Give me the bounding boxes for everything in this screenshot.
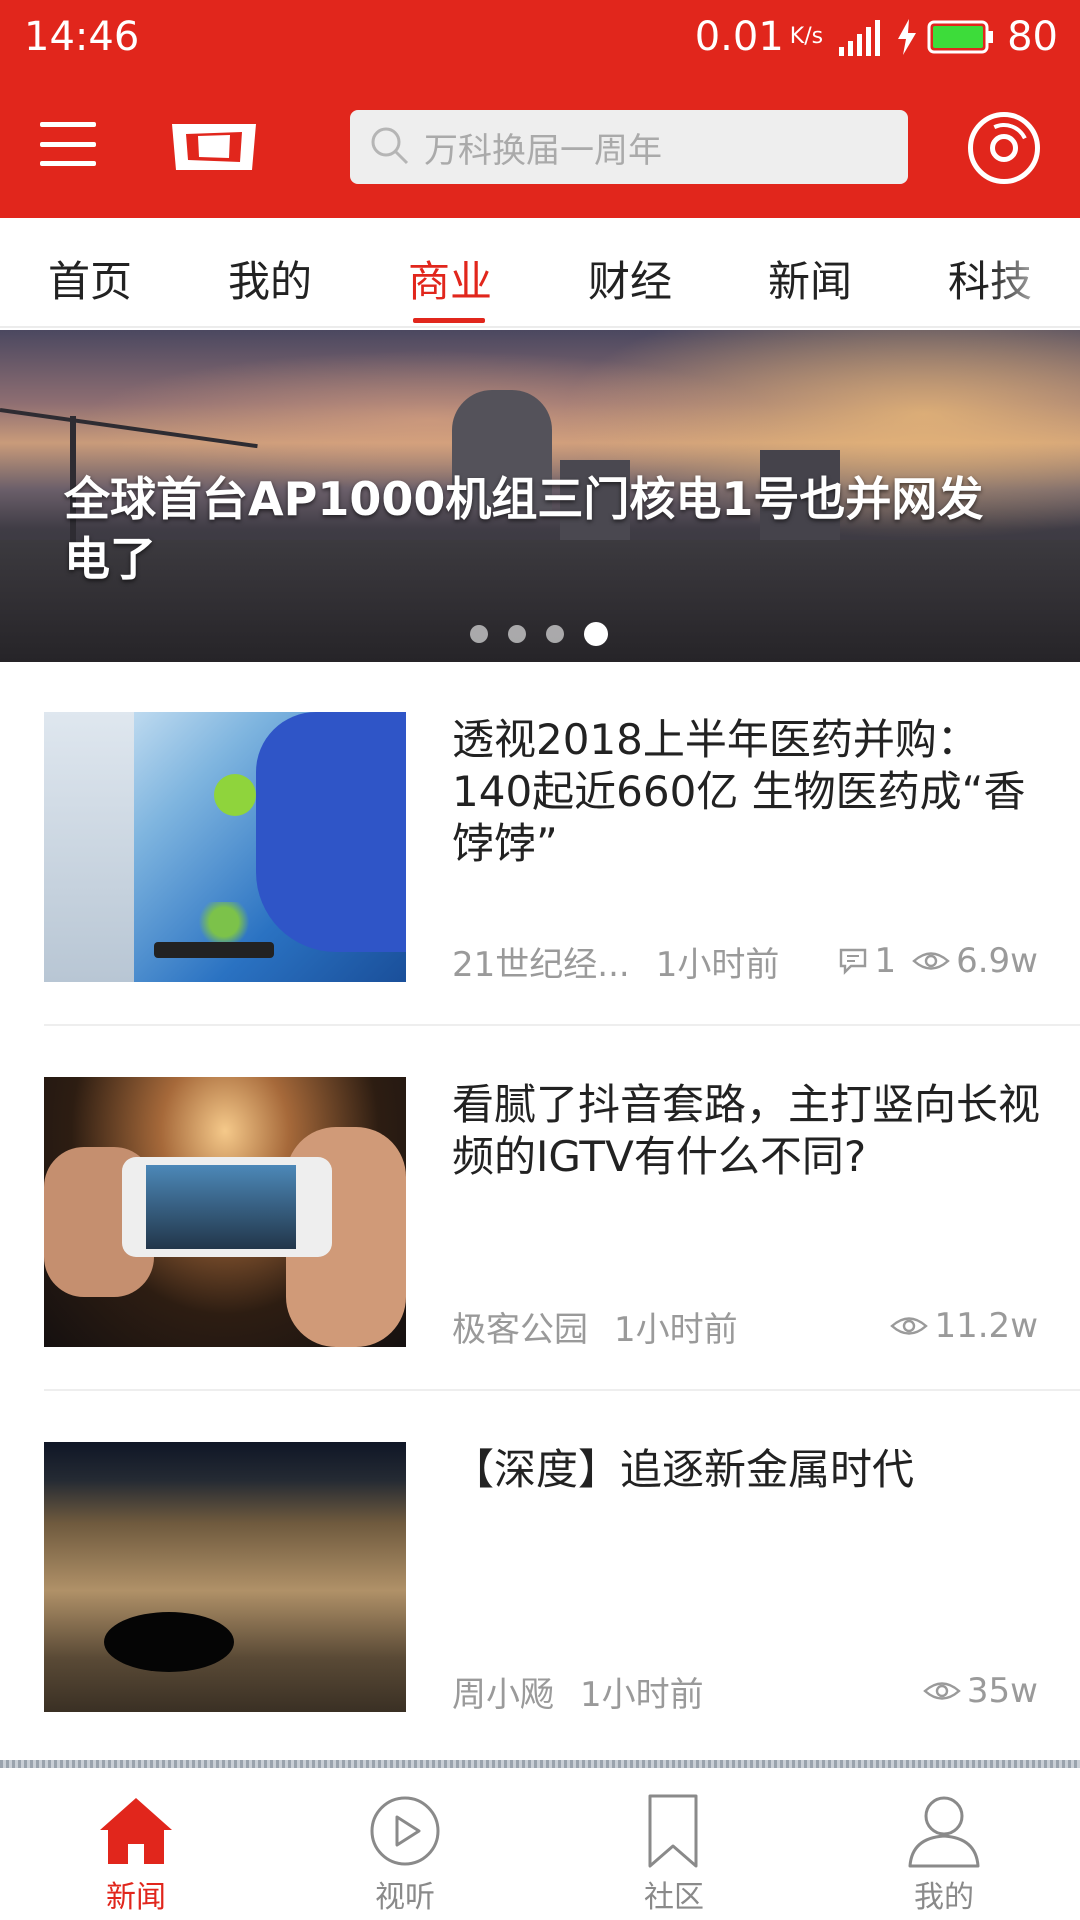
tab-home[interactable]: 首页	[48, 248, 132, 309]
news-title: 透视2018上半年医药并购：140起近660亿 生物医药成“香饽饽”	[452, 715, 1026, 869]
signal-icon	[837, 17, 885, 57]
hamburger-icon-line	[40, 161, 96, 166]
tab-finance[interactable]: 财经	[588, 248, 672, 309]
eye-icon	[912, 948, 950, 974]
news-time: 1小时前	[580, 1674, 704, 1715]
bottom-nav-profile[interactable]: 我的	[864, 1794, 1024, 1915]
view-count: 11.2w	[934, 1306, 1038, 1346]
tab-news[interactable]: 新闻	[768, 248, 852, 309]
bottom-nav-label: 我的	[914, 1880, 974, 1915]
bottom-nav-community[interactable]: 社区	[594, 1794, 754, 1915]
charging-icon	[895, 17, 919, 57]
divider	[44, 1389, 1080, 1391]
bottom-nav-label: 社区	[644, 1880, 704, 1915]
banner-carousel[interactable]: 全球首台AP1000机组三门核电1号也并网发电了	[0, 330, 1080, 662]
news-item[interactable]: 看腻了抖音套路，主打竖向长视频的IGTV有什么不同? 极客公园 1小时前 11.…	[0, 1027, 1080, 1391]
hamburger-icon-line	[40, 122, 96, 127]
carousel-dot[interactable]	[546, 625, 564, 643]
news-meta: 21世纪经... 1小时前 1 6.9w	[452, 938, 1038, 985]
app-logo[interactable]	[166, 118, 262, 176]
news-time: 1小时前	[614, 1309, 738, 1350]
user-icon	[864, 1794, 1024, 1868]
eye-icon	[890, 1313, 929, 1339]
news-item[interactable]: 【深度】追逐新金属时代 周小飏 1小时前 35w	[0, 1392, 1080, 1756]
bottom-nav-news[interactable]: 新闻	[56, 1794, 216, 1915]
battery-level: 80	[1007, 14, 1058, 60]
status-time: 14:46	[24, 14, 140, 60]
network-speed: 0.01	[694, 14, 784, 60]
news-title: 看腻了抖音套路，主打竖向长视频的IGTV有什么不同?	[452, 1080, 1041, 1182]
search-placeholder: 万科换届一周年	[424, 130, 662, 171]
search-bar[interactable]: 万科换届一周年	[350, 110, 908, 184]
disc-icon-center	[990, 134, 1018, 162]
news-source: 21世纪经...	[452, 944, 630, 985]
banner-title[interactable]: 全球首台AP1000机组三门核电1号也并网发电了	[64, 470, 1004, 590]
news-title: 【深度】追逐新金属时代	[452, 1445, 915, 1494]
bottom-nav-media[interactable]: 视听	[325, 1794, 485, 1915]
news-source: 极客公园	[452, 1309, 588, 1350]
tab-mine[interactable]: 我的	[228, 248, 312, 309]
status-indicators: 0.01 K/s 80	[695, 14, 1058, 60]
tabs-fade	[990, 218, 1080, 326]
home-icon	[56, 1794, 216, 1868]
battery-icon	[927, 19, 995, 55]
view-count: 6.9w	[956, 941, 1038, 981]
news-item[interactable]: 透视2018上半年医药并购：140起近660亿 生物医药成“香饽饽” 21世纪经…	[0, 662, 1080, 1026]
next-item-peek	[0, 1760, 1080, 1768]
play-icon	[325, 1794, 485, 1868]
app-header: 14:46 0.01 K/s 80 万科换届一周年	[0, 0, 1080, 218]
carousel-indicator	[470, 622, 608, 646]
search-icon	[368, 124, 410, 170]
menu-button[interactable]	[40, 122, 96, 166]
news-time: 1小时前	[655, 944, 780, 985]
news-source: 周小飏	[452, 1674, 554, 1715]
active-tab-indicator	[413, 318, 485, 323]
eye-icon	[923, 1678, 961, 1704]
network-speed-unit: K/s	[789, 24, 824, 49]
carousel-dot[interactable]	[508, 625, 526, 643]
news-meta: 极客公园 1小时前 11.2w	[452, 1303, 1038, 1350]
tab-business[interactable]: 商业	[408, 248, 492, 309]
news-thumbnail	[44, 712, 406, 982]
bookmark-icon	[594, 1794, 754, 1868]
carousel-dot[interactable]	[470, 625, 488, 643]
bottom-nav: 新闻 视听 社区 我的	[0, 1760, 1080, 1920]
hamburger-icon-line	[40, 141, 96, 147]
comment-icon	[838, 946, 868, 976]
news-thumbnail	[44, 1077, 406, 1347]
bottom-nav-label: 视听	[375, 1880, 435, 1915]
category-tabs: 首页 我的 商业 财经 新闻 科技	[0, 218, 1080, 328]
comment-count: 1	[874, 941, 897, 981]
divider	[44, 1024, 1080, 1026]
disc-icon[interactable]	[968, 112, 1040, 184]
bottom-nav-label: 新闻	[106, 1880, 166, 1915]
news-thumbnail	[44, 1442, 406, 1712]
carousel-dot-active[interactable]	[584, 622, 608, 646]
view-count: 35w	[966, 1671, 1038, 1711]
news-meta: 周小飏 1小时前 35w	[452, 1668, 1038, 1715]
